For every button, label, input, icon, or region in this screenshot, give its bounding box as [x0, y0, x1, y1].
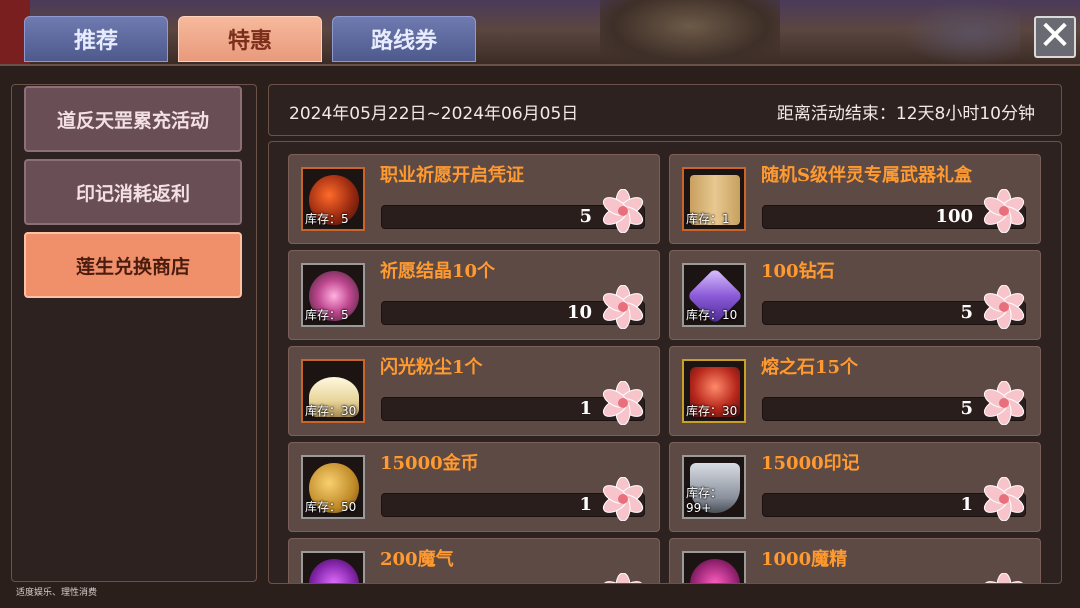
shop-item-card[interactable]: 1000魔精: [669, 538, 1041, 583]
tab-route-ticket-label: 路线券: [370, 28, 437, 54]
lotus-flower-icon: [602, 285, 644, 329]
tab-special-offer[interactable]: 特惠: [178, 16, 322, 62]
item-stock: 库存：10: [686, 308, 738, 322]
shop-item-card[interactable]: 库存：10 100钻石 5: [669, 250, 1041, 340]
sidebar-item-label: 道反天罡累充活动: [56, 109, 209, 132]
event-date-bar: 2024年05月22日~2024年06月05日 距离活动结束：12天8小时10分…: [268, 84, 1062, 136]
lotus-flower-icon: [983, 285, 1025, 329]
gift-box-icon: 库存：1: [682, 167, 746, 231]
item-stock: 库存：30: [305, 404, 357, 418]
shop-item-card[interactable]: 库存：50 15000金币 1: [288, 442, 660, 532]
tab-special-offer-label: 特惠: [227, 28, 272, 54]
event-countdown: 距离活动结束：12天8小时10分钟: [776, 104, 1035, 124]
statue-decoration: [600, 0, 780, 66]
item-name: 15000印记: [761, 453, 860, 474]
item-cost: 1: [960, 494, 973, 515]
shop-item-card[interactable]: 库存：5 祈愿结晶10个 10: [288, 250, 660, 340]
item-name: 闪光粉尘1个: [380, 357, 483, 378]
lotus-flower-icon: [602, 477, 644, 521]
magic-essence-icon: [682, 551, 746, 583]
shop-item-card[interactable]: 库存：1 随机S级伴灵专属武器礼盒 100: [669, 154, 1041, 244]
shop-item-card[interactable]: 库存：5 职业祈愿开启凭证 5: [288, 154, 660, 244]
lotus-flower-icon: [602, 189, 644, 233]
shop-item-card[interactable]: 库存：30 熔之石15个 5: [669, 346, 1041, 436]
shop-item-card[interactable]: 库存：99+ 15000印记 1: [669, 442, 1041, 532]
item-name: 职业祈愿开启凭证: [380, 165, 524, 186]
item-cost: 5: [960, 398, 973, 419]
item-stock: 库存：5: [305, 212, 349, 226]
item-name: 熔之石15个: [761, 357, 859, 378]
item-name: 15000金币: [380, 453, 479, 474]
item-name: 祈愿结晶10个: [380, 261, 496, 282]
close-button[interactable]: ✕: [1034, 16, 1076, 58]
wish-crystal-icon: 库存：5: [301, 263, 365, 327]
item-cost: 1: [579, 398, 592, 419]
shop-item-card[interactable]: 库存：30 闪光粉尘1个 1: [288, 346, 660, 436]
lotus-flower-icon: [602, 381, 644, 425]
item-cost: 5: [579, 206, 592, 227]
close-icon: ✕: [1038, 13, 1072, 59]
gold-coin-icon: 库存：50: [301, 455, 365, 519]
item-stock: 库存：30: [686, 404, 738, 418]
shop-item-list[interactable]: 库存：5 职业祈愿开启凭证 5 库存：1 随机S级伴灵专属武器礼盒 100 库存…: [268, 141, 1062, 584]
sidebar-item-label: 莲生兑换商店: [75, 255, 190, 278]
melt-stone-icon: 库存：30: [682, 359, 746, 423]
lotus-flower-icon: [983, 573, 1025, 583]
event-date-range: 2024年05月22日~2024年06月05日: [289, 104, 579, 124]
health-notice: 适度娱乐、理性消费: [16, 588, 98, 598]
emblem-icon: 库存：99+: [682, 455, 746, 519]
lamp-decoration: [900, 0, 1020, 66]
item-stock: 库存：99+: [686, 486, 723, 515]
diamond-icon: 库存：10: [682, 263, 746, 327]
wish-orb-icon: 库存：5: [301, 167, 365, 231]
lotus-flower-icon: [983, 477, 1025, 521]
item-name: 1000魔精: [761, 549, 848, 570]
tab-recommend[interactable]: 推荐: [24, 16, 168, 62]
lotus-flower-icon: [983, 189, 1025, 233]
shop-item-card[interactable]: 200魔气: [288, 538, 660, 583]
item-stock: 库存：1: [686, 212, 730, 226]
item-name: 随机S级伴灵专属武器礼盒: [761, 165, 972, 186]
item-cost: 10: [566, 302, 592, 323]
item-cost: 5: [960, 302, 973, 323]
sidebar-item-lotus-shop[interactable]: 莲生兑换商店: [24, 232, 242, 298]
item-name: 100钻石: [761, 261, 835, 282]
lotus-flower-icon: [602, 573, 644, 583]
item-stock: 库存：5: [305, 308, 349, 322]
tab-route-ticket[interactable]: 路线券: [332, 16, 476, 62]
lotus-flower-icon: [983, 381, 1025, 425]
item-cost: 1: [579, 494, 592, 515]
tab-recommend-label: 推荐: [73, 28, 118, 54]
sidebar-item-recharge-event[interactable]: 道反天罡累充活动: [24, 86, 242, 152]
sidebar-item-label: 印记消耗返利: [75, 182, 190, 205]
item-cost: 100: [935, 206, 973, 227]
sidebar-item-emblem-rebate[interactable]: 印记消耗返利: [24, 159, 242, 225]
item-name: 200魔气: [380, 549, 454, 570]
item-stock: 库存：50: [305, 500, 357, 514]
magic-aura-icon: [301, 551, 365, 583]
sparkle-dust-icon: 库存：30: [301, 359, 365, 423]
